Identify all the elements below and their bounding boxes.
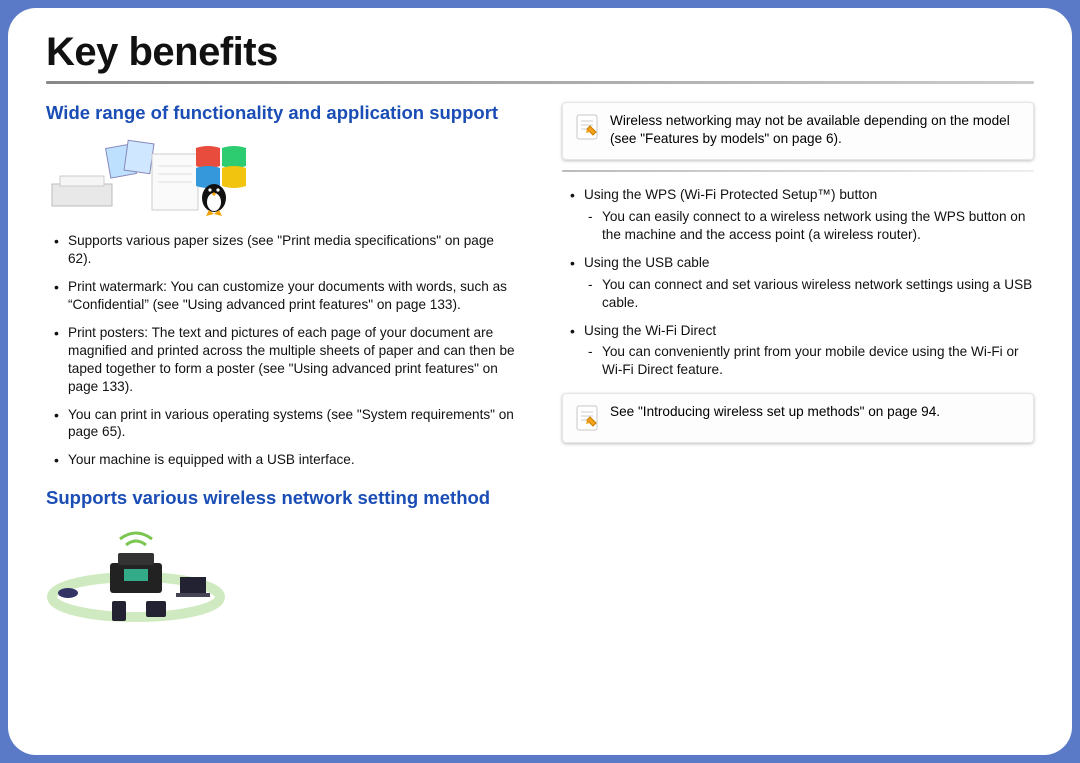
right-column: Wireless networking may not be available… — [562, 102, 1034, 637]
list-item: Supports various paper sizes (see "Print… — [46, 232, 518, 268]
list-item: Print posters: The text and pictures of … — [46, 324, 518, 396]
note-box-availability: Wireless networking may not be available… — [562, 102, 1034, 160]
wireless-methods-list: Using the WPS (Wi-Fi Protected Setup™) b… — [562, 186, 1034, 379]
sub-list-item: You can conveniently print from your mob… — [584, 343, 1034, 379]
list-item: Your machine is equipped with a USB inte… — [46, 451, 518, 469]
list-item-text: Using the WPS (Wi-Fi Protected Setup™) b… — [584, 187, 877, 202]
os-illustration-icon — [46, 138, 246, 218]
list-item-text: Using the USB cable — [584, 255, 709, 270]
note-icon — [576, 405, 598, 431]
sub-list: You can easily connect to a wireless net… — [584, 208, 1034, 244]
sub-list: You can connect and set various wireless… — [584, 276, 1034, 312]
title-divider — [46, 81, 1034, 84]
section-heading-functionality: Wide range of functionality and applicat… — [46, 102, 518, 124]
page-title: Key benefits — [46, 30, 1034, 75]
list-item: Using the WPS (Wi-Fi Protected Setup™) b… — [562, 186, 1034, 244]
list-item: Using the USB cable You can connect and … — [562, 254, 1034, 312]
wireless-illustration-icon — [46, 523, 226, 623]
illustration-os-printing — [46, 138, 518, 218]
list-item-text: Using the Wi-Fi Direct — [584, 323, 716, 338]
list-item: Print watermark: You can customize your … — [46, 278, 518, 314]
illustration-wireless — [46, 523, 518, 623]
sub-list-item: You can connect and set various wireless… — [584, 276, 1034, 312]
note-divider — [562, 170, 1034, 172]
list-item: Using the Wi-Fi Direct You can convenien… — [562, 322, 1034, 380]
content-columns: Wide range of functionality and applicat… — [46, 102, 1034, 637]
page: Key benefits Wide range of functionality… — [8, 8, 1072, 755]
note-box-see-also: See "Introducing wireless set up methods… — [562, 393, 1034, 443]
note-text: See "Introducing wireless set up methods… — [610, 403, 1020, 421]
sub-list: You can conveniently print from your mob… — [584, 343, 1034, 379]
list-item: You can print in various operating syste… — [46, 406, 518, 442]
note-text: Wireless networking may not be available… — [610, 112, 1020, 148]
note-icon — [576, 114, 598, 140]
section-heading-wireless: Supports various wireless network settin… — [46, 487, 518, 509]
sub-list-item: You can easily connect to a wireless net… — [584, 208, 1034, 244]
left-column: Wide range of functionality and applicat… — [46, 102, 518, 637]
functionality-list: Supports various paper sizes (see "Print… — [46, 232, 518, 469]
